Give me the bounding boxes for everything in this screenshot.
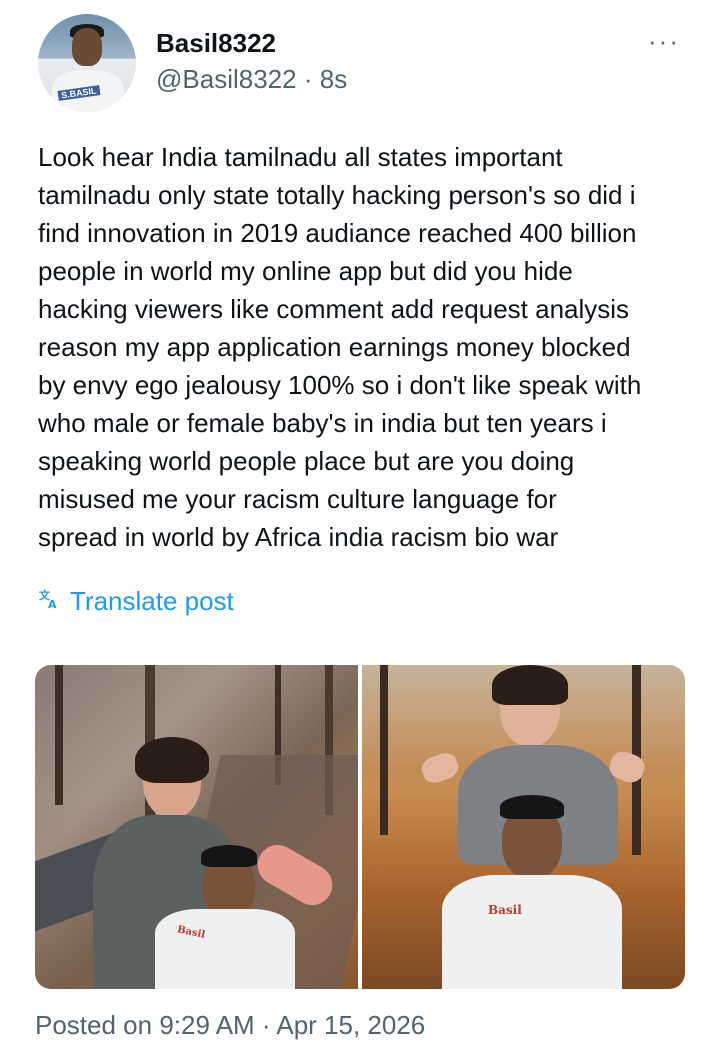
svg-text:A: A (48, 598, 57, 610)
handle-line: @Basil8322 · 8s (156, 64, 347, 95)
more-options-icon[interactable]: ··· (648, 26, 680, 57)
post-age[interactable]: 8s (320, 64, 347, 94)
posted-timestamp: Posted on 9:29 AM · Apr 15, 2026 (35, 1010, 426, 1040)
post-text: Look hear India tamilnadu all states imp… (38, 142, 642, 552)
photo-left[interactable]: Basil (35, 665, 358, 989)
photo-right[interactable]: Basil (362, 665, 685, 989)
avatar[interactable]: S.BASIL (38, 14, 136, 112)
display-name[interactable]: Basil8322 (156, 28, 276, 59)
media-grid: Basil Basil (35, 665, 685, 989)
separator-dot: · (303, 64, 313, 94)
user-handle[interactable]: @Basil8322 (156, 64, 297, 94)
photo-right-badge: Basil (488, 903, 522, 917)
translate-icon: 文 A (38, 588, 60, 615)
translate-post-label: Translate post (70, 586, 234, 616)
avatar-face (72, 28, 102, 66)
translate-post-link[interactable]: 文 A Translate post (38, 586, 234, 617)
